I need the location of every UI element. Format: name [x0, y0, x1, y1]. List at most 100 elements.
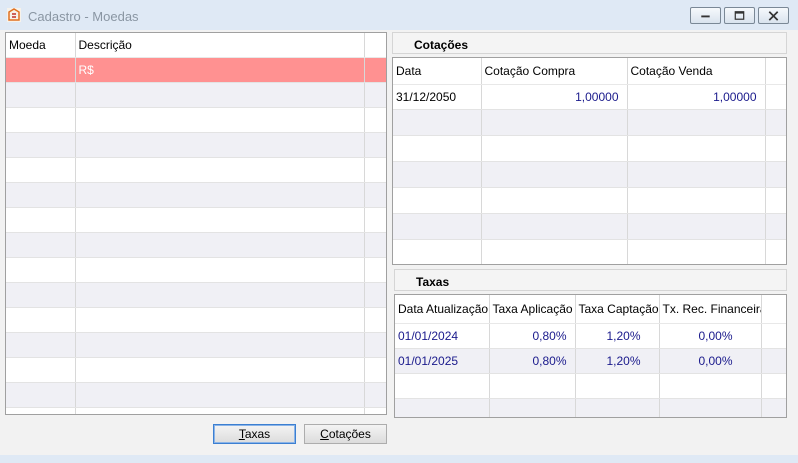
cell-empty[interactable] [393, 239, 482, 264]
col-header-data-atualizacao[interactable]: Data Atualização [395, 295, 490, 324]
cell-empty[interactable] [575, 398, 660, 417]
cell-empty[interactable] [75, 307, 365, 333]
cell-empty[interactable] [481, 161, 628, 188]
table-row[interactable] [6, 182, 386, 208]
cell-empty[interactable] [659, 373, 762, 399]
cell-empty[interactable] [75, 82, 365, 108]
cell-data-atualizacao[interactable]: 01/01/2025 [395, 348, 490, 374]
cell-cotacao-compra[interactable]: 1,00000 [481, 84, 628, 110]
cell-taxa-aplicacao[interactable]: 0,80% [489, 323, 576, 349]
cell-empty[interactable] [627, 161, 766, 188]
moedas-grid[interactable]: Moeda Descrição R$ [5, 32, 387, 415]
cell-empty[interactable] [6, 407, 76, 414]
cell-empty[interactable] [627, 239, 766, 264]
cell-empty[interactable] [481, 239, 628, 264]
restore-button[interactable] [724, 7, 755, 24]
taxas-grid[interactable]: Data Atualização Taxa Aplicação Taxa Cap… [394, 294, 787, 418]
cell-empty[interactable] [6, 257, 76, 283]
cell-taxa-captacao[interactable]: 1,20% [575, 348, 660, 374]
table-row[interactable] [6, 157, 386, 183]
cell-empty[interactable] [395, 398, 490, 417]
cell-data[interactable]: 31/12/2050 [393, 84, 482, 110]
cell-empty[interactable] [393, 213, 482, 240]
cell-empty[interactable] [393, 187, 482, 214]
cell-tx-rec-financeira[interactable]: 0,00% [659, 348, 762, 374]
table-row[interactable]: 01/01/2025 0,80% 1,20% 0,00% [395, 348, 786, 374]
col-header-cotacao-compra[interactable]: Cotação Compra [481, 58, 628, 85]
cell-empty[interactable] [75, 157, 365, 183]
table-row[interactable] [393, 239, 786, 264]
table-row[interactable] [6, 382, 386, 408]
cell-empty[interactable] [6, 357, 76, 383]
cell-empty[interactable] [6, 232, 76, 258]
cell-empty[interactable] [75, 132, 365, 158]
cell-empty[interactable] [395, 373, 490, 399]
cell-empty[interactable] [481, 187, 628, 214]
cell-empty[interactable] [393, 161, 482, 188]
cell-empty[interactable] [75, 382, 365, 408]
table-row[interactable]: R$ [6, 57, 386, 83]
table-row[interactable] [6, 207, 386, 233]
cell-empty[interactable] [393, 109, 482, 136]
cell-tx-rec-financeira[interactable]: 0,00% [659, 323, 762, 349]
table-row[interactable] [6, 282, 386, 308]
col-header-taxa-aplicacao[interactable]: Taxa Aplicação [489, 295, 576, 324]
table-row[interactable] [393, 109, 786, 136]
cell-empty[interactable] [75, 257, 365, 283]
cell-taxa-captacao[interactable]: 1,20% [575, 323, 660, 349]
col-header-moeda[interactable]: Moeda [6, 33, 76, 58]
cell-cotacao-venda[interactable]: 1,00000 [627, 84, 766, 110]
cell-descricao[interactable]: R$ [75, 57, 365, 83]
cell-empty[interactable] [75, 282, 365, 308]
table-row[interactable] [6, 82, 386, 108]
table-row[interactable] [393, 213, 786, 240]
cell-empty[interactable] [75, 232, 365, 258]
cell-empty[interactable] [6, 207, 76, 233]
table-row[interactable] [6, 257, 386, 283]
cell-empty[interactable] [6, 132, 76, 158]
col-header-cotacao-venda[interactable]: Cotação Venda [627, 58, 766, 85]
table-row[interactable] [395, 373, 786, 399]
cell-empty[interactable] [6, 282, 76, 308]
cell-empty[interactable] [575, 373, 660, 399]
col-header-descricao[interactable]: Descrição [75, 33, 365, 58]
table-row[interactable] [6, 232, 386, 258]
cell-empty[interactable] [6, 107, 76, 133]
table-row[interactable] [393, 187, 786, 214]
close-button[interactable] [758, 7, 789, 24]
table-row[interactable] [6, 307, 386, 333]
table-row[interactable] [6, 357, 386, 383]
cell-empty[interactable] [6, 382, 76, 408]
table-row[interactable]: 01/01/2024 0,80% 1,20% 0,00% [395, 323, 786, 349]
cell-empty[interactable] [6, 332, 76, 358]
table-row[interactable] [395, 398, 786, 417]
table-row[interactable] [6, 107, 386, 133]
cell-empty[interactable] [75, 357, 365, 383]
taxas-button[interactable]: Taxas [213, 424, 296, 444]
cotacoes-button[interactable]: Cotações [304, 424, 387, 444]
cell-empty[interactable] [6, 157, 76, 183]
cell-empty[interactable] [6, 82, 76, 108]
table-row[interactable]: 31/12/2050 1,00000 1,00000 [393, 84, 786, 110]
table-row[interactable] [6, 132, 386, 158]
cell-empty[interactable] [481, 135, 628, 162]
cell-taxa-aplicacao[interactable]: 0,80% [489, 348, 576, 374]
col-header-taxa-captacao[interactable]: Taxa Captação [575, 295, 660, 324]
cell-empty[interactable] [627, 109, 766, 136]
cell-empty[interactable] [659, 398, 762, 417]
cell-empty[interactable] [6, 182, 76, 208]
table-row[interactable] [393, 135, 786, 162]
cell-empty[interactable] [489, 373, 576, 399]
cell-empty[interactable] [393, 135, 482, 162]
cell-empty[interactable] [75, 107, 365, 133]
col-header-data[interactable]: Data [393, 58, 482, 85]
cell-empty[interactable] [627, 213, 766, 240]
cell-empty[interactable] [627, 135, 766, 162]
cell-empty[interactable] [75, 407, 365, 414]
col-header-tx-rec-financeira[interactable]: Tx. Rec. Financeira [659, 295, 762, 324]
table-row[interactable] [6, 332, 386, 358]
minimize-button[interactable] [690, 7, 721, 24]
table-row[interactable] [6, 407, 386, 414]
cotacoes-grid[interactable]: Data Cotação Compra Cotação Venda 31/12/… [392, 57, 787, 265]
cell-empty[interactable] [75, 207, 365, 233]
